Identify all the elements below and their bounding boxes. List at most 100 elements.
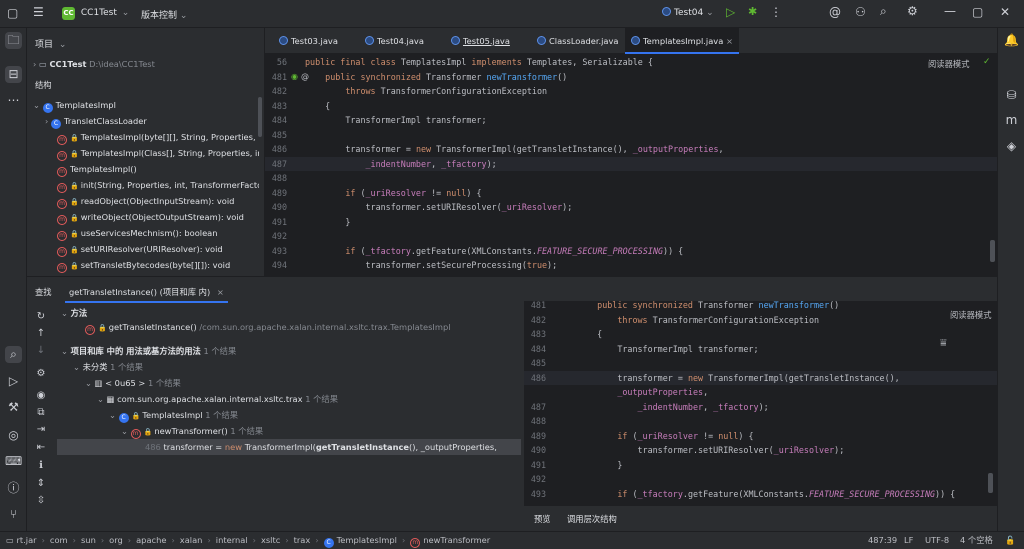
hamburger-menu-icon[interactable]: ☰ — [33, 5, 44, 19]
breadcrumb-item[interactable]: newTransformer — [423, 535, 490, 545]
git-icon[interactable]: ⑂ — [5, 506, 22, 523]
usages-tree-item[interactable]: ⌄ ▦ com.sun.org.apache.xalan.internal.xs… — [57, 391, 521, 407]
scrollbar[interactable] — [990, 240, 995, 262]
close-icon[interactable]: × — [217, 287, 224, 297]
breadcrumb-item[interactable]: TemplatesImpl — [337, 535, 397, 545]
usage-preview[interactable]: 481 public synchronized Transformer newT… — [524, 301, 997, 506]
arrow-up-icon[interactable]: ↑ — [33, 326, 49, 342]
terminal-icon[interactable]: ⌨ — [5, 453, 22, 470]
structure-item[interactable]: m 🔒 writeObject(ObjectOutputStream): void — [27, 209, 259, 225]
breadcrumb-item[interactable]: internal — [216, 535, 248, 545]
close-icon[interactable]: × — [723, 36, 733, 46]
info-icon[interactable]: ℹ — [33, 458, 49, 474]
breadcrumb-item[interactable]: trax — [294, 535, 311, 545]
maximize-icon[interactable]: ▢ — [972, 5, 983, 19]
structure-item[interactable]: m 🔒 init(String, Properties, int, Transfor… — [27, 177, 259, 193]
override-gutter-icon[interactable]: ◉ — [291, 72, 298, 81]
project-root[interactable]: › ▭ CC1Test D:\idea\CC1Test — [33, 56, 265, 72]
add-user-icon[interactable]: ⚇ — [855, 5, 866, 19]
usage-result-row[interactable]: 486 transformer = new TransformerImpl(ge… — [57, 439, 521, 455]
chevron-down-icon[interactable]: ⌄ — [121, 426, 131, 436]
file-encoding[interactable]: UTF-8 — [925, 532, 949, 549]
chevron-down-icon[interactable]: ⌄ — [61, 308, 71, 318]
chevron-down-icon[interactable]: ⌄ — [33, 100, 43, 110]
format-icon[interactable]: ⩸ — [940, 336, 947, 350]
structure-item[interactable]: m TemplatesImpl() — [27, 161, 259, 177]
structure-item[interactable]: m 🔒 setTransletBytecodes(byte[][]): void — [27, 257, 259, 273]
import-icon[interactable]: ⇤ — [33, 440, 49, 456]
lock-icon[interactable]: 🔓 — [1005, 532, 1015, 549]
tab-test03-java[interactable]: Test03.java — [273, 28, 344, 54]
usages-tree-item[interactable]: m 🔒 getTransletInstance() /com.sun.org.apa… — [57, 319, 521, 335]
tab-test04-java[interactable]: Test04.java — [359, 28, 430, 54]
preview-reader-mode-toggle[interactable]: 阅读器模式 — [946, 309, 992, 321]
window-icon[interactable]: ▢ — [7, 6, 18, 20]
problems-icon[interactable]: ⓘ — [5, 480, 22, 497]
run-config-selector[interactable]: Test04 ⌄ — [662, 7, 714, 18]
project-panel-header[interactable]: 项目 ⌄ — [35, 37, 66, 50]
breadcrumb-item[interactable]: org — [109, 535, 123, 545]
chevron-down-icon[interactable]: ⌄ — [109, 410, 119, 420]
usages-tree-item[interactable]: ⌄ m 🔒 newTransformer() 1 个结果 — [57, 423, 521, 439]
structure-item[interactable]: ⌄ C TemplatesImpl — [27, 97, 259, 113]
database-icon[interactable]: ⛁ — [1003, 87, 1020, 104]
run-tool-icon[interactable]: ▷ — [5, 373, 22, 390]
find-query-tab[interactable]: getTransletInstance() (项目和库 内) × — [65, 281, 228, 303]
maven-icon[interactable]: m — [1003, 112, 1020, 129]
breadcrumb-item[interactable]: rt.jar — [16, 535, 36, 545]
ai-chat-icon[interactable]: ◈ — [1003, 138, 1020, 155]
usages-tree-item[interactable]: ⌄ ▥ < 0u65 > 1 个结果 — [57, 375, 521, 391]
indent-setting[interactable]: 4 个空格 — [960, 532, 993, 549]
breadcrumb-item[interactable]: xsltc — [261, 535, 280, 545]
build-icon[interactable]: ⚒ — [5, 399, 22, 416]
annotation-gutter-icon[interactable]: @ — [301, 72, 309, 81]
chevron-down-icon[interactable]: ⌄ — [85, 378, 95, 388]
find-icon[interactable]: ⌕ — [5, 346, 22, 363]
code-area[interactable]: 56 public final class TemplatesImpl imple… — [265, 55, 997, 276]
structure-item[interactable]: m 🔒 useServicesMechnism(): boolean — [27, 225, 259, 241]
call-hierarchy-tab[interactable]: 调用层次结构 — [567, 513, 617, 525]
scrollbar[interactable] — [988, 473, 993, 493]
structure-item[interactable]: m 🔒 setURIResolver(URIResolver): void — [27, 241, 259, 257]
tab-templatesimpl-java[interactable]: TemplatesImpl.java × — [625, 28, 739, 54]
search-icon[interactable]: ⌕ — [880, 4, 887, 19]
rerun-icon[interactable]: ↻ — [33, 309, 49, 325]
breadcrumb-item[interactable]: sun — [81, 535, 96, 545]
run-icon[interactable]: ▷ — [726, 5, 735, 19]
breadcrumb-item[interactable]: xalan — [180, 535, 203, 545]
breadcrumb-item[interactable]: apache — [136, 535, 166, 545]
preview-eye-icon[interactable]: ◉ — [33, 388, 49, 404]
find-tab-label[interactable]: 查找 — [35, 286, 52, 298]
structure-item[interactable]: › C TransletClassLoader — [27, 113, 259, 129]
structure-icon[interactable]: ⊟ — [5, 66, 22, 83]
tab-test05-java[interactable]: Test05.java — [445, 28, 516, 54]
preview-tab[interactable]: 预览 — [534, 513, 551, 525]
chevron-down-icon[interactable]: ⌄ — [73, 362, 83, 372]
structure-item[interactable]: m 🔒 TemplatesImpl(byte[][], String, Proper… — [27, 129, 259, 145]
gear-icon[interactable]: ⚙ — [907, 4, 918, 18]
usages-tree[interactable]: ⌄ 方法 m 🔒 getTransletInstance() /com.sun.org… — [57, 305, 521, 532]
structure-item[interactable]: m 🔒 TemplatesImpl(Class[], String, Propert… — [27, 145, 259, 161]
arrow-down-icon[interactable]: ↓ — [33, 343, 49, 359]
chevron-down-icon[interactable]: ⌄ — [61, 346, 71, 356]
collapse-icon[interactable]: ⇳ — [33, 493, 49, 509]
caret-position[interactable]: 487:39 — [868, 532, 897, 549]
chevron-down-icon[interactable]: ⌄ — [97, 394, 107, 404]
more-tools-icon[interactable]: ⋯ — [5, 92, 22, 109]
services-icon[interactable]: ◎ — [5, 427, 22, 444]
preview-code-area[interactable]: 481 public synchronized Transformer newT… — [524, 301, 997, 506]
folder-icon[interactable]: 🗀 — [5, 32, 22, 49]
project-widget[interactable]: CC CC1Test ⌄ — [62, 7, 129, 20]
tab-classloader-java[interactable]: ClassLoader.java — [531, 28, 625, 54]
scrollbar[interactable] — [258, 97, 262, 137]
notifications-icon[interactable]: 🔔 — [1003, 32, 1020, 49]
debug-icon[interactable]: ✱ — [748, 5, 757, 18]
more-actions-icon[interactable]: ⋮ — [770, 5, 782, 19]
usages-tree-item[interactable]: ⌄ C 🔒 TemplatesImpl 1 个结果 — [57, 407, 521, 423]
gear-icon[interactable]: ⚙ — [33, 366, 49, 382]
line-separator[interactable]: LF — [904, 532, 913, 549]
structure-item[interactable]: m 🔒 readObject(ObjectInputStream): void — [27, 193, 259, 209]
usages-tree-item[interactable]: ⌄ 项目和库 中的 用法或基方法的用法 1 个结果 — [57, 343, 521, 359]
breadcrumb[interactable]: ▭ rt.jar › com › sun › org › apache › xalan › intern… — [6, 532, 490, 549]
usages-tree-item[interactable]: ⌄ 未分类 1 个结果 — [57, 359, 521, 375]
